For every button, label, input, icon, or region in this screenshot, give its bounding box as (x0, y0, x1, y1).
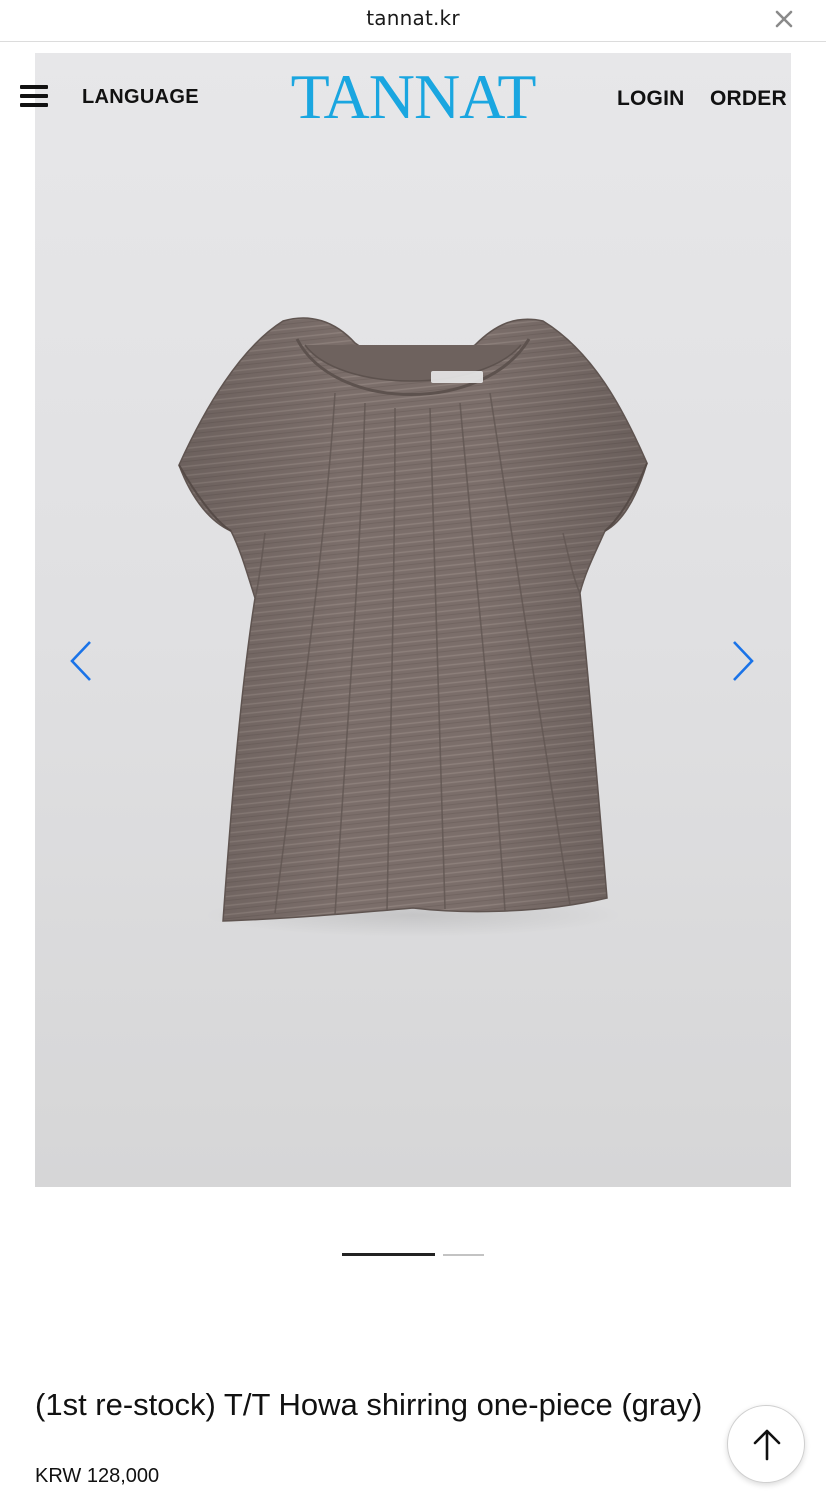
close-icon[interactable] (772, 7, 796, 31)
browser-address-bar: tannat.kr (0, 0, 826, 42)
product-image[interactable] (35, 53, 791, 1187)
browser-url[interactable]: tannat.kr (0, 6, 826, 30)
chevron-right-icon[interactable] (728, 638, 758, 684)
product-title: (1st re-stock) T/T Howa shirring one-pie… (35, 1387, 703, 1422)
language-link[interactable]: LANGUAGE (82, 86, 199, 109)
hamburger-menu-icon[interactable] (20, 85, 48, 111)
scroll-to-top-button[interactable] (727, 1405, 805, 1483)
site-logo[interactable]: TANNAT (282, 62, 544, 132)
gallery-pagination (0, 1253, 826, 1257)
pagination-bar-active[interactable] (342, 1253, 435, 1256)
arrow-up-icon (753, 1429, 781, 1461)
product-photo-garment (178, 317, 648, 937)
product-price: KRW 128,000 (35, 1465, 160, 1487)
login-link[interactable]: LOGIN (617, 87, 685, 111)
pagination-bar[interactable] (443, 1254, 484, 1256)
chevron-left-icon[interactable] (66, 638, 96, 684)
order-link[interactable]: ORDER (710, 87, 787, 111)
